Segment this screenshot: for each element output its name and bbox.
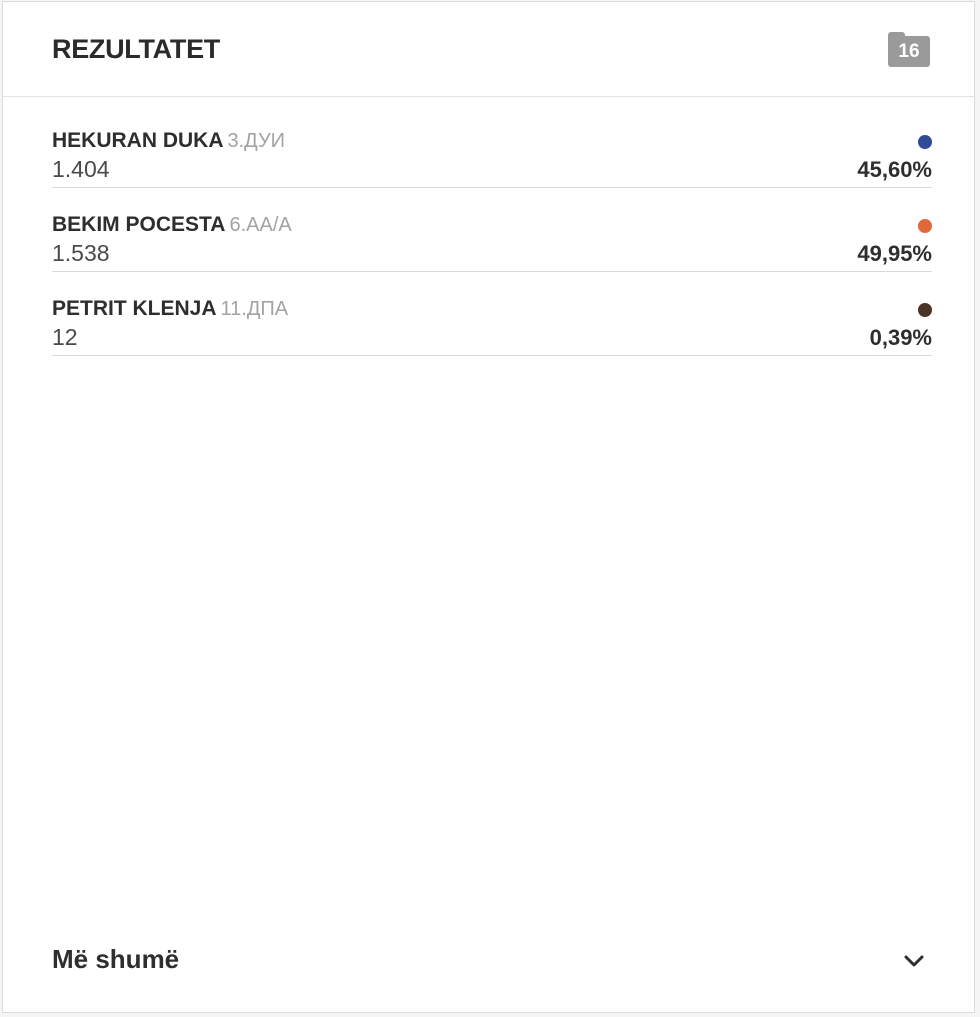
vote-percentage: 45,60%: [857, 157, 932, 182]
chevron-down-icon[interactable]: [901, 948, 927, 974]
result-row: HEKURAN DUKA 3.ДУИ 1.404 45,60%: [52, 126, 932, 188]
vote-count: 1.404: [52, 156, 110, 182]
more-label: Më shumë: [52, 944, 180, 974]
more-toggle[interactable]: Më shumë: [3, 932, 974, 992]
vote-percentage: 0,39%: [869, 325, 932, 350]
party-label: 11.ДПА: [220, 298, 289, 320]
candidate-name: PETRIT KLENJA: [52, 297, 217, 320]
party-color-dot: [918, 219, 932, 233]
candidate-name: HEKURAN DUKA: [52, 129, 224, 152]
vote-count: 12: [52, 324, 78, 350]
results-list: HEKURAN DUKA 3.ДУИ 1.404 45,60% BEKIM POC…: [52, 126, 932, 378]
folder-icon: 16: [888, 32, 930, 68]
party-label: 3.ДУИ: [227, 130, 286, 152]
vote-count: 1.538: [52, 240, 110, 266]
folder-count-badge: 16: [898, 41, 920, 62]
party-label: 6.АА/А: [229, 214, 292, 236]
result-row: BEKIM POCESTA 6.АА/А 1.538 49,95%: [52, 210, 932, 272]
card-title: REZULTATET: [52, 34, 220, 64]
results-card: REZULTATET 16 HEKURAN DUKA 3.ДУИ 1.404 45…: [2, 1, 975, 1013]
vote-percentage: 49,95%: [857, 241, 932, 266]
result-row: PETRIT KLENJA 11.ДПА 12 0,39%: [52, 294, 932, 356]
card-header: REZULTATET 16: [3, 2, 974, 97]
party-color-dot: [918, 303, 932, 317]
candidate-name: BEKIM POCESTA: [52, 213, 226, 236]
party-color-dot: [918, 135, 932, 149]
